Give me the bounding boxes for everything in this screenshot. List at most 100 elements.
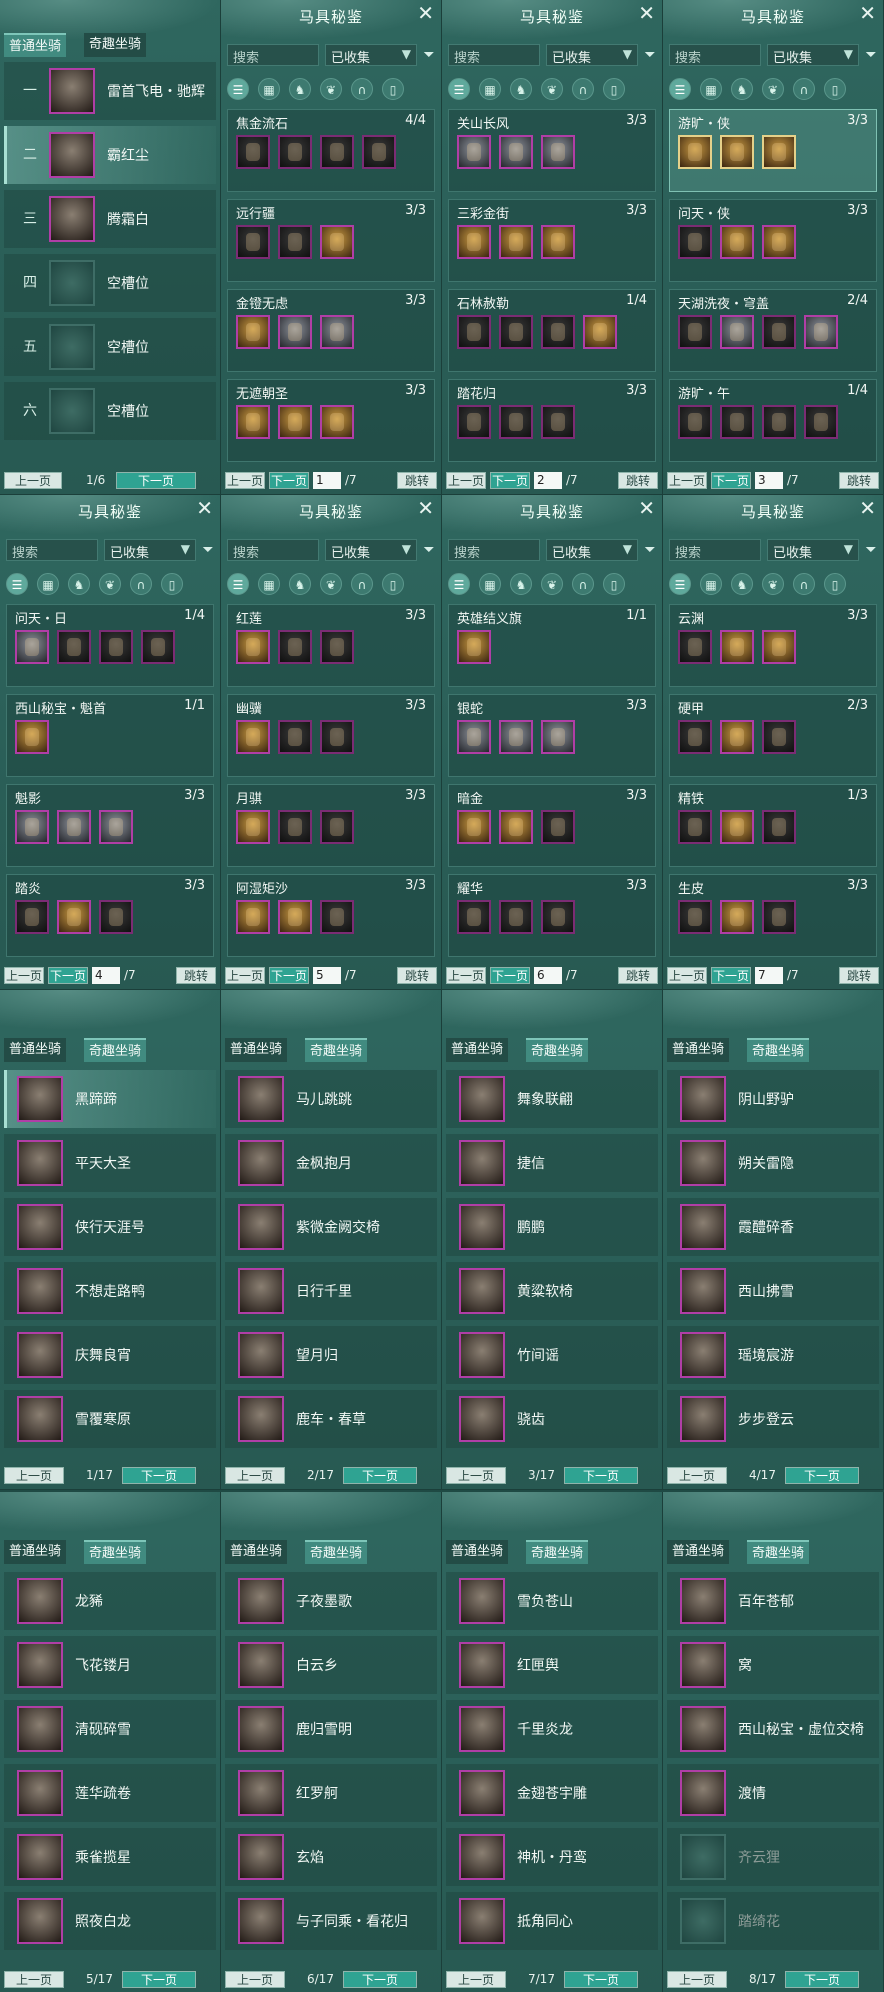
tab-normal-mounts[interactable]: 普通坐骑	[446, 1540, 509, 1564]
set-card[interactable]: 红莲 3/3	[227, 604, 435, 687]
gear-piece-icon[interactable]	[99, 630, 133, 664]
gear-piece-icon[interactable]	[15, 630, 49, 664]
gear-piece-icon[interactable]	[499, 900, 533, 934]
saddle-icon[interactable]: ❦	[320, 573, 342, 595]
next-page-button[interactable]: 下一页	[785, 1467, 859, 1484]
mount-row[interactable]: 望月归	[225, 1326, 437, 1384]
gear-piece-icon[interactable]	[804, 405, 838, 439]
gear-piece-icon[interactable]	[278, 630, 312, 664]
mount-row[interactable]: 黑蹄蹄	[4, 1070, 216, 1128]
tab-fun-mounts[interactable]: 奇趣坐骑	[747, 1540, 810, 1564]
page-number-input[interactable]: 5	[313, 967, 341, 984]
gear-piece-icon[interactable]	[720, 810, 754, 844]
horse-head-icon[interactable]: ♞	[68, 573, 90, 595]
prev-page-button[interactable]: 上一页	[446, 472, 486, 489]
page-number-input[interactable]: 2	[534, 472, 562, 489]
horse-head-icon[interactable]: ♞	[731, 573, 753, 595]
gear-piece-icon[interactable]	[278, 405, 312, 439]
gear-piece-icon[interactable]	[236, 810, 270, 844]
gear-piece-icon[interactable]	[720, 630, 754, 664]
jump-button[interactable]: 跳转	[397, 967, 437, 984]
armor-icon[interactable]: ▯	[603, 573, 625, 595]
gear-piece-icon[interactable]	[457, 135, 491, 169]
tab-normal-mounts[interactable]: 普通坐骑	[225, 1038, 288, 1062]
gear-piece-icon[interactable]	[762, 810, 796, 844]
gear-piece-icon[interactable]	[362, 135, 396, 169]
page-number-input[interactable]: 3	[755, 472, 783, 489]
gear-piece-icon[interactable]	[278, 720, 312, 754]
mount-row[interactable]: 朔关雷隐	[667, 1134, 879, 1192]
search-input[interactable]: 搜索	[227, 44, 319, 66]
horse-head-icon[interactable]: ♞	[289, 78, 311, 100]
gear-piece-icon[interactable]	[762, 225, 796, 259]
mount-row[interactable]: 日行千里	[225, 1262, 437, 1320]
gear-piece-icon[interactable]	[320, 405, 354, 439]
set-card[interactable]: 精铁 1/3	[669, 784, 877, 867]
set-card[interactable]: 阿湿矩沙 3/3	[227, 874, 435, 957]
prev-page-button[interactable]: 上一页	[4, 1467, 64, 1484]
tab-fun-mounts[interactable]: 奇趣坐骑	[305, 1540, 368, 1564]
gear-piece-icon[interactable]	[678, 630, 712, 664]
mount-row[interactable]: 鹿车・春草	[225, 1390, 437, 1448]
gear-piece-icon[interactable]	[541, 900, 575, 934]
stirrup-icon[interactable]: ∩	[793, 78, 815, 100]
tab-normal-mounts[interactable]: 普通坐骑	[667, 1038, 730, 1062]
mount-row[interactable]: 侠行天涯号	[4, 1198, 216, 1256]
mount-slot-row[interactable]: 六 空槽位	[4, 382, 216, 440]
mount-row[interactable]: 平天大圣	[4, 1134, 216, 1192]
gear-piece-icon[interactable]	[57, 810, 91, 844]
saddle-icon[interactable]: ❦	[762, 78, 784, 100]
prev-page-button[interactable]: 上一页	[446, 1467, 506, 1484]
mount-row[interactable]: 金翅苍宇雕	[446, 1764, 658, 1822]
gear-piece-icon[interactable]	[15, 810, 49, 844]
gear-piece-icon[interactable]	[583, 315, 617, 349]
collected-filter-dropdown[interactable]: 已收集 ▼	[325, 44, 417, 66]
saddle-icon[interactable]: ❦	[99, 573, 121, 595]
close-icon[interactable]: ✕	[638, 498, 655, 518]
gear-piece-icon[interactable]	[720, 720, 754, 754]
tab-fun-mounts[interactable]: 奇趣坐骑	[526, 1038, 589, 1062]
mount-row[interactable]: 渡情	[667, 1764, 879, 1822]
gear-piece-icon[interactable]	[762, 315, 796, 349]
set-card[interactable]: 问天・侠 3/3	[669, 199, 877, 282]
set-card[interactable]: 英雄结义旗 1/1	[448, 604, 656, 687]
set-card[interactable]: 问天・日 1/4	[6, 604, 214, 687]
set-card[interactable]: 三彩金街 3/3	[448, 199, 656, 282]
grid-icon[interactable]: ▦	[700, 78, 722, 100]
gear-piece-icon[interactable]	[499, 225, 533, 259]
gear-piece-icon[interactable]	[457, 720, 491, 754]
gear-piece-icon[interactable]	[678, 225, 712, 259]
gear-piece-icon[interactable]	[720, 405, 754, 439]
prev-page-button[interactable]: 上一页	[667, 1971, 727, 1988]
armor-icon[interactable]: ▯	[603, 78, 625, 100]
next-page-button[interactable]: 下一页	[564, 1467, 638, 1484]
armor-icon[interactable]: ▯	[382, 573, 404, 595]
tab-fun-mounts[interactable]: 奇趣坐骑	[84, 1540, 147, 1564]
jump-button[interactable]: 跳转	[397, 472, 437, 489]
gear-piece-icon[interactable]	[720, 135, 754, 169]
gear-piece-icon[interactable]	[499, 315, 533, 349]
jump-button[interactable]: 跳转	[176, 967, 216, 984]
set-card[interactable]: 踏炎 3/3	[6, 874, 214, 957]
gear-piece-icon[interactable]	[541, 225, 575, 259]
next-page-button[interactable]: 下一页	[343, 1971, 417, 1988]
mount-slot-row[interactable]: 二 霸红尘	[4, 126, 216, 184]
jump-button[interactable]: 跳转	[618, 967, 658, 984]
page-number-input[interactable]: 1	[313, 472, 341, 489]
collected-filter-dropdown[interactable]: 已收集 ▼	[767, 44, 859, 66]
mount-row[interactable]: 不想走路鸭	[4, 1262, 216, 1320]
gear-piece-icon[interactable]	[762, 405, 796, 439]
next-page-button[interactable]: 下一页	[343, 1467, 417, 1484]
tab-fun-mounts[interactable]: 奇趣坐骑	[305, 1038, 368, 1062]
mount-row[interactable]: 庆舞良宵	[4, 1326, 216, 1384]
grid-icon[interactable]: ▦	[479, 573, 501, 595]
gear-piece-icon[interactable]	[762, 135, 796, 169]
close-icon[interactable]: ✕	[859, 3, 876, 23]
tab-fun-mounts[interactable]: 奇趣坐骑	[747, 1038, 810, 1062]
close-icon[interactable]: ✕	[859, 498, 876, 518]
search-input[interactable]: 搜索	[227, 539, 319, 561]
set-card[interactable]: 云渊 3/3	[669, 604, 877, 687]
mount-row[interactable]: 红匣舆	[446, 1636, 658, 1694]
next-page-button[interactable]: 下一页	[269, 967, 309, 984]
set-card[interactable]: 无遮朝圣 3/3	[227, 379, 435, 462]
